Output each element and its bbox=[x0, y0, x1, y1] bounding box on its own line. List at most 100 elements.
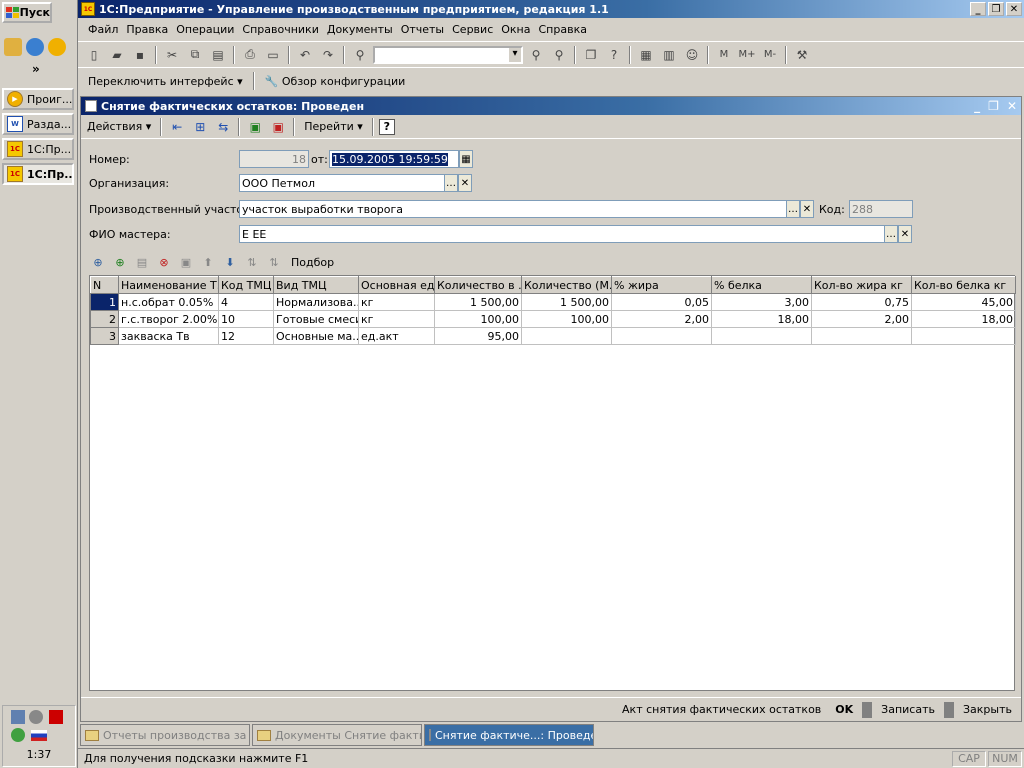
table-cell[interactable]: 45,00 bbox=[911, 293, 1016, 311]
clear-icon[interactable]: ✕ bbox=[458, 174, 472, 192]
restore-icon[interactable]: ❐ bbox=[988, 2, 1004, 16]
memory-minus-icon[interactable]: M- bbox=[760, 45, 780, 65]
new-icon[interactable]: ▯ bbox=[84, 45, 104, 65]
table-cell[interactable]: Основные ма... bbox=[273, 327, 359, 345]
movements-icon[interactable]: ⊞ bbox=[190, 117, 210, 137]
doc-restore-icon[interactable]: ❐ bbox=[988, 99, 999, 113]
close-button[interactable]: Закрыть bbox=[958, 703, 1017, 716]
column-header[interactable]: Код ТМЦ bbox=[218, 276, 274, 294]
column-header[interactable]: % жира bbox=[611, 276, 712, 294]
memory-plus-icon[interactable]: M+ bbox=[737, 45, 757, 65]
windows-icon[interactable]: ❐ bbox=[581, 45, 601, 65]
table-cell[interactable]: 4 bbox=[218, 293, 274, 311]
preview-icon[interactable]: ▭ bbox=[263, 45, 283, 65]
table-cell[interactable]: 10 bbox=[218, 310, 274, 328]
save-icon[interactable]: ▪ bbox=[130, 45, 150, 65]
table-cell[interactable]: 0,05 bbox=[611, 293, 712, 311]
table-cell[interactable]: кг bbox=[358, 310, 435, 328]
area-field[interactable]: участок выработки творога bbox=[239, 200, 787, 218]
antivirus-icon[interactable] bbox=[29, 710, 43, 724]
select-ellipsis-icon[interactable]: … bbox=[444, 174, 458, 192]
redo-icon[interactable]: ↷ bbox=[318, 45, 338, 65]
menu-documents[interactable]: Документы bbox=[323, 23, 397, 36]
quick-launch-more[interactable]: » bbox=[32, 62, 40, 76]
back-icon[interactable]: ⇤ bbox=[167, 117, 187, 137]
items-table[interactable]: N Наименование Т... Код ТМЦ Вид ТМЦ Осно… bbox=[89, 275, 1016, 691]
table-cell[interactable]: 18,00 bbox=[911, 310, 1016, 328]
table-cell[interactable]: 1 500,00 bbox=[434, 293, 522, 311]
column-header[interactable]: Наименование Т... bbox=[118, 276, 219, 294]
config-overview-button[interactable]: 🔧 Обзор конфигурации bbox=[261, 75, 410, 88]
settings-icon[interactable] bbox=[11, 728, 25, 742]
actions-menu[interactable]: Действия ▾ bbox=[83, 120, 155, 133]
calculator-icon[interactable]: ▦ bbox=[636, 45, 656, 65]
table-cell[interactable]: закваска Тв bbox=[118, 327, 219, 345]
menu-file[interactable]: Файл bbox=[84, 23, 122, 36]
table-cell[interactable]: 100,00 bbox=[434, 310, 522, 328]
table-cell[interactable]: Готовые смеси bbox=[273, 310, 359, 328]
table-cell[interactable]: 1 bbox=[90, 293, 119, 311]
menu-catalogs[interactable]: Справочники bbox=[238, 23, 322, 36]
table-cell[interactable]: 95,00 bbox=[434, 327, 522, 345]
user-icon[interactable]: ☺ bbox=[682, 45, 702, 65]
sort-asc-icon[interactable]: ⇅ bbox=[243, 253, 261, 271]
table-cell[interactable]: 3,00 bbox=[711, 293, 812, 311]
table-row[interactable]: 2 г.с.творог 2.00% 10 Готовые смеси кг 1… bbox=[90, 310, 1016, 328]
cut-icon[interactable]: ✂ bbox=[162, 45, 182, 65]
add-row-icon[interactable]: ⊕ bbox=[89, 253, 107, 271]
save-button[interactable]: Записать bbox=[876, 703, 940, 716]
delete-row-icon[interactable]: ⊗ bbox=[155, 253, 173, 271]
table-cell[interactable] bbox=[811, 327, 912, 345]
copy-icon[interactable]: ⧉ bbox=[185, 45, 205, 65]
goto-menu[interactable]: Перейти ▾ bbox=[300, 120, 367, 133]
selection-button[interactable]: Подбор bbox=[291, 256, 334, 269]
sort-desc-icon[interactable]: ⇅ bbox=[265, 253, 283, 271]
window-tab-current[interactable]: Снятие фактиче...: Проведен bbox=[424, 724, 594, 746]
end-edit-icon[interactable]: ▣ bbox=[177, 253, 195, 271]
window-tab-documents[interactable]: Документы Снятие фактич... bbox=[252, 724, 422, 746]
table-cell[interactable] bbox=[611, 327, 712, 345]
print-icon[interactable]: ⎙ bbox=[240, 45, 260, 65]
find-icon[interactable]: ⚲ bbox=[350, 45, 370, 65]
undo-icon[interactable]: ↶ bbox=[295, 45, 315, 65]
ok-button[interactable]: OK bbox=[830, 703, 858, 716]
table-row[interactable]: 3 закваска Тв 12 Основные ма... ед.акт 9… bbox=[90, 327, 1016, 345]
doc-minimize-icon[interactable]: _ bbox=[974, 99, 980, 113]
table-cell[interactable]: 0,75 bbox=[811, 293, 912, 311]
doc-close-icon[interactable]: ✕ bbox=[1007, 99, 1017, 113]
search-combo[interactable] bbox=[373, 45, 523, 64]
find-next-icon[interactable]: ⚲ bbox=[526, 45, 546, 65]
table-cell[interactable]: 100,00 bbox=[521, 310, 612, 328]
table-cell[interactable] bbox=[711, 327, 812, 345]
menu-operations[interactable]: Операции bbox=[172, 23, 238, 36]
media-player-icon[interactable] bbox=[48, 38, 66, 56]
organization-field[interactable]: ООО Петмол bbox=[239, 174, 445, 192]
number-field[interactable]: 18 bbox=[239, 150, 309, 168]
master-field[interactable]: Е ЕЕ bbox=[239, 225, 885, 243]
taskbar-button-1c-b[interactable]: 1C 1С:Пр... bbox=[2, 163, 74, 185]
table-cell[interactable]: 12 bbox=[218, 327, 274, 345]
code-field[interactable]: 288 bbox=[849, 200, 913, 218]
minimize-icon[interactable]: _ bbox=[970, 2, 986, 16]
table-cell[interactable]: 2,00 bbox=[611, 310, 712, 328]
table-cell[interactable]: 2,00 bbox=[811, 310, 912, 328]
menu-edit[interactable]: Правка bbox=[122, 23, 172, 36]
taskbar-button-1c-a[interactable]: 1C 1С:Пр... bbox=[2, 138, 74, 160]
column-header[interactable]: Количество (М... bbox=[521, 276, 612, 294]
column-header[interactable]: Основная ед... bbox=[358, 276, 435, 294]
table-cell[interactable] bbox=[521, 327, 612, 345]
table-cell[interactable]: 2 bbox=[90, 310, 119, 328]
menu-reports[interactable]: Отчеты bbox=[397, 23, 448, 36]
tools-icon[interactable]: ⚒ bbox=[792, 45, 812, 65]
app-title-bar[interactable]: 1C 1С:Предприятие - Управление производс… bbox=[78, 0, 1024, 18]
open-icon[interactable]: ▰ bbox=[107, 45, 127, 65]
taskbar-button-player[interactable]: ▶ Проиг... bbox=[2, 88, 74, 110]
clear-icon[interactable]: ✕ bbox=[898, 225, 912, 243]
clear-icon[interactable]: ✕ bbox=[800, 200, 814, 218]
copy-row-icon[interactable]: ⊕ bbox=[111, 253, 129, 271]
column-header[interactable]: Количество в ... bbox=[434, 276, 522, 294]
calendar-icon[interactable]: ▦ bbox=[459, 150, 473, 168]
column-header[interactable]: % белка bbox=[711, 276, 812, 294]
table-cell[interactable]: 1 500,00 bbox=[521, 293, 612, 311]
table-cell[interactable]: кг bbox=[358, 293, 435, 311]
